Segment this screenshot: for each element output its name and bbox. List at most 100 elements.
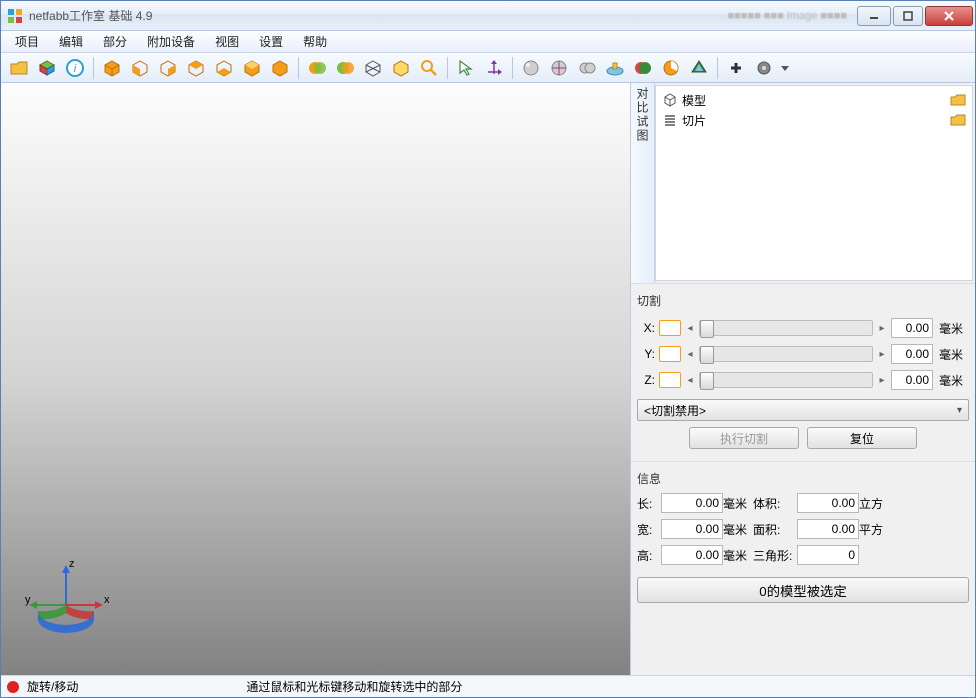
sphere-axis-icon[interactable] [546, 55, 572, 81]
move-icon[interactable] [481, 55, 507, 81]
spin-left[interactable]: ◂ [683, 323, 697, 334]
menu-part[interactable]: 部分 [95, 31, 135, 52]
select-icon[interactable] [453, 55, 479, 81]
unit-y: 毫米 [939, 346, 969, 363]
shade-1-icon[interactable] [304, 55, 330, 81]
info-width-label: 宽: [637, 521, 661, 538]
record-dot-icon [7, 681, 19, 693]
info-height-label: 高: [637, 547, 661, 564]
toolbar: i [1, 53, 975, 83]
cut-y-row: Y: ◂ ▸ 毫米 [637, 341, 969, 367]
tree-row-slices[interactable]: 切片 [658, 110, 970, 130]
status-hint: 通过鼠标和光标键移动和旋转选中的部分 [246, 678, 462, 695]
shade-2-icon[interactable] [332, 55, 358, 81]
menu-view[interactable]: 视图 [207, 31, 247, 52]
value-y[interactable] [891, 344, 933, 364]
info-icon[interactable]: i [62, 55, 88, 81]
info-length-label: 长: [637, 495, 661, 512]
cut-mode-combo[interactable]: <切割禁用> [637, 399, 969, 421]
vtab-compare[interactable]: 对比试图 [634, 87, 651, 143]
folder-icon[interactable] [950, 114, 966, 126]
axis-y-label: y [25, 594, 31, 606]
slider-y[interactable] [699, 346, 873, 362]
execute-cut-button[interactable]: 执行切割 [689, 427, 799, 449]
info-width-unit: 毫米 [723, 521, 753, 538]
spin-right[interactable]: ▸ [875, 323, 889, 334]
axis-z-toggle[interactable] [659, 372, 681, 388]
menu-addon[interactable]: 附加设备 [139, 31, 203, 52]
minimize-button[interactable] [857, 6, 891, 26]
folder-icon[interactable] [950, 94, 966, 106]
window-title: netfabb工作室 基础 4.9 [29, 7, 728, 24]
info-panel: 信息 长: 毫米 体积: 立方 宽: 毫米 面积: 平方 高: 毫米 三角形: [631, 461, 975, 615]
axis-y-toggle[interactable] [659, 346, 681, 362]
info-tri-label: 三角形: [753, 547, 797, 564]
sphere-dual-icon[interactable] [574, 55, 600, 81]
dropdown-arrow-icon[interactable] [779, 55, 791, 81]
repair-icon[interactable] [723, 55, 749, 81]
view-bottom-icon[interactable] [267, 55, 293, 81]
pie-icon[interactable] [658, 55, 684, 81]
platform-icon[interactable] [602, 55, 628, 81]
cut-x-row: X: ◂ ▸ 毫米 [637, 315, 969, 341]
info-length-value [661, 493, 723, 513]
window-controls [855, 6, 973, 26]
titlebar: netfabb工作室 基础 4.9 ■■■■■ ■■■ Image ■■■■ [1, 1, 975, 31]
settings-gear-icon[interactable] [751, 55, 777, 81]
slices-icon [662, 112, 678, 128]
add-part-icon[interactable] [34, 55, 60, 81]
view-right-icon[interactable] [211, 55, 237, 81]
boolean-icon[interactable] [630, 55, 656, 81]
info-area-value [797, 519, 859, 539]
spin-right[interactable]: ▸ [875, 349, 889, 360]
info-height-value [661, 545, 723, 565]
info-width-value [661, 519, 723, 539]
tree-label: 模型 [682, 92, 706, 109]
spin-left[interactable]: ◂ [683, 349, 697, 360]
view-back-icon[interactable] [155, 55, 181, 81]
highlight-icon[interactable] [388, 55, 414, 81]
wire-icon[interactable] [360, 55, 386, 81]
3d-viewport[interactable]: x y z [1, 83, 631, 675]
app-icon [7, 8, 23, 24]
maximize-button[interactable] [893, 6, 923, 26]
view-top-icon[interactable] [239, 55, 265, 81]
value-z[interactable] [891, 370, 933, 390]
tree-row-models[interactable]: 模型 [658, 90, 970, 110]
sphere-gray-icon[interactable] [518, 55, 544, 81]
view-iso-icon[interactable] [99, 55, 125, 81]
info-length-unit: 毫米 [723, 495, 753, 512]
info-volume-label: 体积: [753, 495, 797, 512]
cube-icon [662, 92, 678, 108]
cut-panel: 切割 X: ◂ ▸ 毫米 Y: ◂ ▸ 毫米 Z: [631, 283, 975, 461]
info-height-unit: 毫米 [723, 547, 753, 564]
slider-x[interactable] [699, 320, 873, 336]
main-area: x y z 对比试图 模型 切片 切 [1, 83, 975, 675]
open-icon[interactable] [6, 55, 32, 81]
slider-z[interactable] [699, 372, 873, 388]
menu-help[interactable]: 帮助 [295, 31, 335, 52]
info-area-unit: 平方 [859, 521, 889, 538]
mesh-color-icon[interactable] [686, 55, 712, 81]
menu-edit[interactable]: 编辑 [51, 31, 91, 52]
reset-cut-button[interactable]: 复位 [807, 427, 917, 449]
axis-x-label: x [104, 594, 110, 606]
menu-project[interactable]: 项目 [7, 31, 47, 52]
axis-y: Y: [637, 347, 655, 361]
model-tree[interactable]: 模型 切片 [655, 85, 973, 281]
menu-settings[interactable]: 设置 [251, 31, 291, 52]
axis-z-label: z [69, 558, 75, 570]
selection-status-button[interactable]: 0的模型被选定 [637, 577, 969, 603]
value-x[interactable] [891, 318, 933, 338]
axis-gizmo: x y z [21, 555, 111, 635]
view-left-icon[interactable] [183, 55, 209, 81]
spin-left[interactable]: ◂ [683, 375, 697, 386]
unit-x: 毫米 [939, 320, 969, 337]
view-front-icon[interactable] [127, 55, 153, 81]
spin-right[interactable]: ▸ [875, 375, 889, 386]
status-mode: 旋转/移动 [27, 678, 78, 695]
zoom-icon[interactable] [416, 55, 442, 81]
axis-x-toggle[interactable] [659, 320, 681, 336]
close-button[interactable] [925, 6, 973, 26]
vertical-tabs[interactable]: 对比试图 [631, 83, 655, 283]
